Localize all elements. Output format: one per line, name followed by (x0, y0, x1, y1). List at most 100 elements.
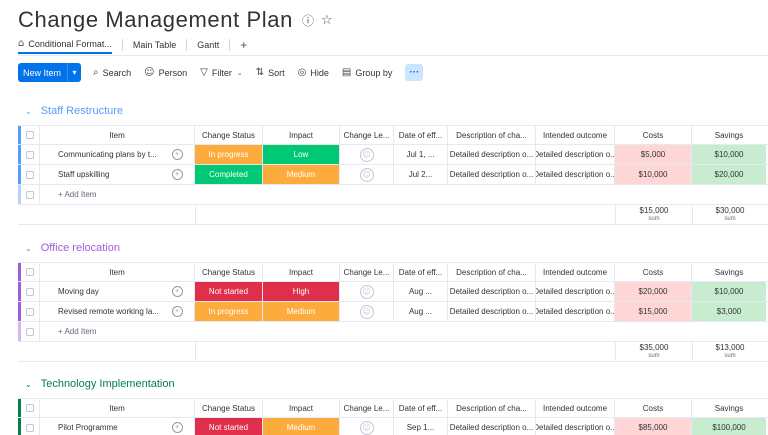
outcome-cell[interactable]: Detailed description o... (536, 282, 615, 301)
hide-button[interactable]: ◎ Hide (298, 67, 329, 78)
row-checkbox[interactable] (21, 185, 40, 204)
lead-cell[interactable]: ☺ (340, 282, 394, 301)
row-checkbox[interactable] (21, 282, 40, 301)
group-title[interactable]: Office relocation (41, 242, 120, 254)
sort-button[interactable]: ⇅ Sort (256, 67, 285, 78)
column-header-outcome[interactable]: Intended outcome (536, 399, 615, 417)
table-row[interactable]: Pilot Programme + Not started Medium ☺ Sep 1.… (18, 418, 768, 435)
row-checkbox[interactable] (21, 165, 40, 184)
impact-cell[interactable]: High (263, 282, 340, 301)
column-header-outcome[interactable]: Intended outcome (536, 126, 615, 144)
saving-cell[interactable]: $100,000 (692, 418, 766, 435)
item-name[interactable]: Communicating plans by t... (40, 145, 160, 164)
column-header-item[interactable]: Item (40, 126, 195, 144)
outcome-cell[interactable]: Detailed description o... (536, 145, 615, 164)
description-cell[interactable]: Detailed description o... (448, 282, 536, 301)
select-all-checkbox[interactable] (21, 126, 40, 144)
column-header-savings[interactable]: Savings (692, 126, 766, 144)
group-by-button[interactable]: ▤ Group by (342, 67, 392, 78)
board-title[interactable]: Change Management Plan (18, 7, 293, 33)
column-header-description[interactable]: Description of cha... (448, 263, 536, 281)
column-header-savings[interactable]: Savings (692, 399, 766, 417)
lead-cell[interactable]: ☺ (340, 145, 394, 164)
date-cell[interactable]: Sep 1... (394, 418, 448, 435)
lead-cell[interactable]: ☺ (340, 302, 394, 321)
person-filter-button[interactable]: ☺ Person (144, 67, 187, 78)
column-header-costs[interactable]: Costs (615, 126, 692, 144)
item-name[interactable]: Staff upskilling (40, 165, 160, 184)
chevron-down-icon[interactable]: ⌄ (237, 69, 243, 77)
column-header-date[interactable]: Date of eff... (394, 399, 448, 417)
item-name[interactable]: Revised remote working la... (40, 302, 160, 321)
saving-cell[interactable]: $10,000 (692, 282, 766, 301)
column-header-status[interactable]: Change Status (195, 263, 263, 281)
cost-cell[interactable]: $5,000 (615, 145, 692, 164)
column-header-date[interactable]: Date of eff... (394, 126, 448, 144)
saving-cell[interactable]: $20,000 (692, 165, 766, 184)
column-header-impact[interactable]: Impact (263, 126, 340, 144)
table-row[interactable]: Moving day + Not started High ☺ Aug ... Detail… (18, 282, 768, 302)
row-checkbox[interactable] (21, 302, 40, 321)
updates-button[interactable]: + (160, 418, 195, 435)
column-header-item[interactable]: Item (40, 263, 195, 281)
row-checkbox[interactable] (21, 322, 40, 341)
row-checkbox[interactable] (21, 145, 40, 164)
status-cell[interactable]: In progress (195, 145, 263, 164)
date-cell[interactable]: Jul 1, ... (394, 145, 448, 164)
status-cell[interactable]: Not started (195, 282, 263, 301)
updates-button[interactable]: + (160, 165, 195, 184)
column-header-lead[interactable]: Change Le... (340, 399, 394, 417)
column-header-lead[interactable]: Change Le... (340, 263, 394, 281)
date-cell[interactable]: Aug ... (394, 302, 448, 321)
column-header-impact[interactable]: Impact (263, 399, 340, 417)
column-header-costs[interactable]: Costs (615, 263, 692, 281)
description-cell[interactable]: Detailed description o... (448, 418, 536, 435)
group-title[interactable]: Technology Implementation (41, 378, 175, 390)
table-row[interactable]: Communicating plans by t... + In progress L… (18, 145, 768, 165)
search-button[interactable]: ⌕ Search (93, 67, 131, 78)
saving-cell[interactable]: $10,000 (692, 145, 766, 164)
select-all-checkbox[interactable] (21, 399, 40, 417)
chevron-down-icon[interactable]: ▾ (67, 63, 81, 82)
item-name[interactable]: Pilot Programme (40, 418, 160, 435)
impact-cell[interactable]: Medium (263, 418, 340, 435)
add-item-button[interactable]: + Add Item (40, 185, 195, 204)
status-cell[interactable]: Completed (195, 165, 263, 184)
status-cell[interactable]: In progress (195, 302, 263, 321)
cost-cell[interactable]: $20,000 (615, 282, 692, 301)
outcome-cell[interactable]: Detailed description o... (536, 418, 615, 435)
column-header-description[interactable]: Description of cha... (448, 126, 536, 144)
item-name[interactable]: Moving day (40, 282, 160, 301)
outcome-cell[interactable]: Detailed description o... (536, 302, 615, 321)
more-options-button[interactable]: ··· (405, 64, 424, 81)
chevron-down-icon[interactable]: ⌄ (25, 244, 32, 253)
column-header-status[interactable]: Change Status (195, 126, 263, 144)
description-cell[interactable]: Detailed description o... (448, 302, 536, 321)
column-header-date[interactable]: Date of eff... (394, 263, 448, 281)
column-header-impact[interactable]: Impact (263, 263, 340, 281)
column-header-outcome[interactable]: Intended outcome (536, 263, 615, 281)
group-title[interactable]: Staff Restructure (41, 105, 123, 117)
add-item-button[interactable]: + Add Item (40, 322, 195, 341)
info-icon[interactable]: ⓘ (302, 12, 314, 29)
description-cell[interactable]: Detailed description o... (448, 165, 536, 184)
add-view-icon[interactable]: + (240, 38, 247, 52)
new-item-label[interactable]: New Item (18, 63, 67, 82)
lead-cell[interactable]: ☺ (340, 165, 394, 184)
column-header-item[interactable]: Item (40, 399, 195, 417)
cost-cell[interactable]: $10,000 (615, 165, 692, 184)
column-header-costs[interactable]: Costs (615, 399, 692, 417)
description-cell[interactable]: Detailed description o... (448, 145, 536, 164)
column-header-lead[interactable]: Change Le... (340, 126, 394, 144)
saving-cell[interactable]: $3,000 (692, 302, 766, 321)
updates-button[interactable]: + (160, 282, 195, 301)
impact-cell[interactable]: Medium (263, 165, 340, 184)
cost-cell[interactable]: $15,000 (615, 302, 692, 321)
cost-cell[interactable]: $85,000 (615, 418, 692, 435)
select-all-checkbox[interactable] (21, 263, 40, 281)
impact-cell[interactable]: Low (263, 145, 340, 164)
updates-button[interactable]: + (160, 145, 195, 164)
date-cell[interactable]: Jul 2... (394, 165, 448, 184)
lead-cell[interactable]: ☺ (340, 418, 394, 435)
outcome-cell[interactable]: Detailed description o... (536, 165, 615, 184)
